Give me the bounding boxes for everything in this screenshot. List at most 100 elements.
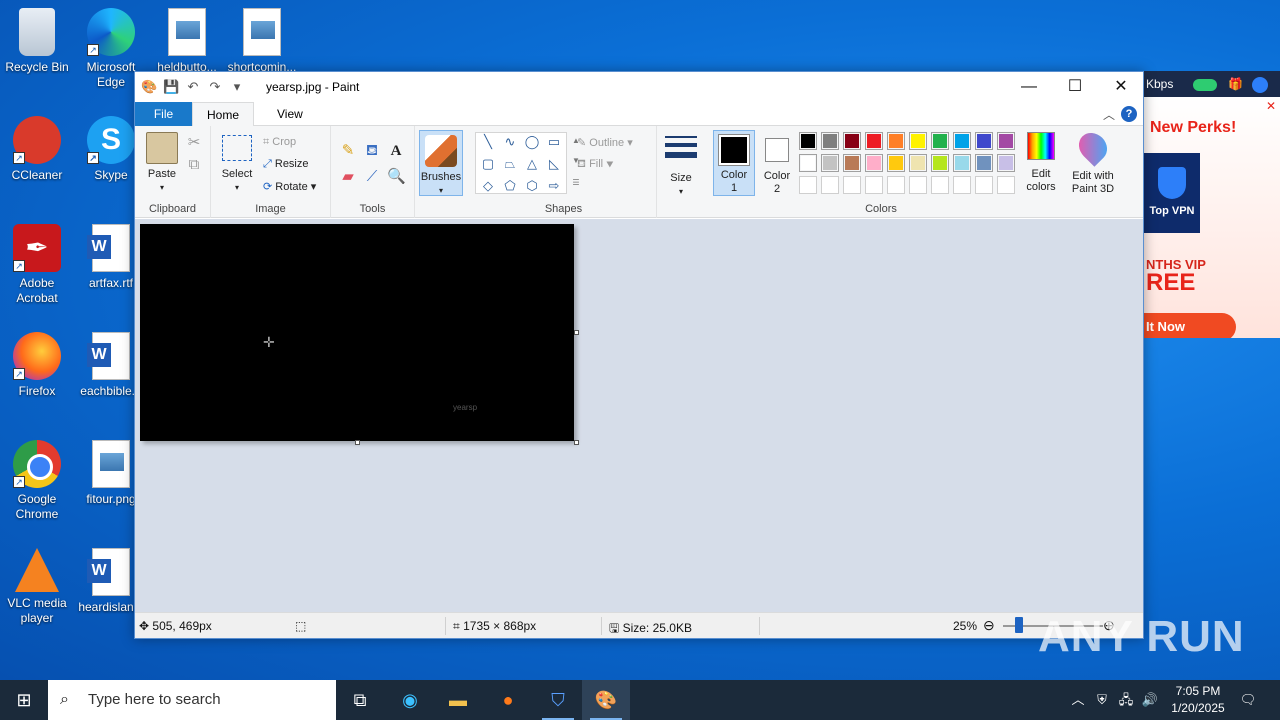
palette-swatch[interactable] xyxy=(953,154,971,172)
text-icon[interactable]: A xyxy=(387,142,405,160)
collapse-ribbon-icon[interactable]: ︿ xyxy=(1103,106,1115,123)
desktop-icon-vlc[interactable]: VLC media player xyxy=(0,548,74,626)
palette-swatch[interactable] xyxy=(953,132,971,150)
close-button[interactable]: ✕ xyxy=(1098,72,1144,102)
arrow-shape-icon[interactable]: ⇨ xyxy=(546,179,562,193)
palette-swatch[interactable] xyxy=(887,132,905,150)
custom-color-slot[interactable] xyxy=(865,176,883,194)
hexagon-shape-icon[interactable]: ⬡ xyxy=(524,179,540,193)
resize-handle-bottom[interactable] xyxy=(355,440,360,445)
toggle-switch[interactable] xyxy=(1192,78,1217,91)
notification-icon[interactable]: 🗨 xyxy=(1236,680,1260,720)
resize-handle-right[interactable] xyxy=(574,330,579,335)
firefox-taskbar-icon[interactable]: ● xyxy=(484,680,532,720)
paint-taskbar-icon[interactable]: 🎨 xyxy=(582,680,630,720)
fill-bucket-icon[interactable]: ⛾ xyxy=(363,142,381,160)
pentagon-shape-icon[interactable]: ⬠ xyxy=(502,179,518,193)
select-button[interactable]: Select ▾ xyxy=(219,132,255,194)
palette-swatch[interactable] xyxy=(821,132,839,150)
gallery-expand-icon[interactable]: ☰ xyxy=(567,174,585,192)
edge-taskbar-icon[interactable]: ◉ xyxy=(386,680,434,720)
taskbar-clock[interactable]: 7:05 PM 1/20/2025 xyxy=(1162,683,1234,717)
edit-colors-button[interactable]: Edit colors xyxy=(1021,132,1061,194)
volume-icon[interactable]: 🔊 xyxy=(1140,680,1160,720)
fill-button[interactable]: ⛾ Fill ▾ xyxy=(577,158,614,172)
resize-button[interactable]: ⤢ Resize xyxy=(263,158,309,171)
save-icon[interactable]: 💾 xyxy=(163,79,179,95)
triangle-shape-icon[interactable]: △ xyxy=(524,157,540,171)
network-icon[interactable]: 🖧 xyxy=(1116,680,1136,720)
outline-button[interactable]: ✎ Outline ▾ xyxy=(577,136,633,149)
custom-color-slot[interactable] xyxy=(953,176,971,194)
maximize-button[interactable]: ☐ xyxy=(1052,72,1098,102)
custom-color-slot[interactable] xyxy=(997,176,1015,194)
magnifier-icon[interactable]: 🔍 xyxy=(387,168,406,186)
tab-file[interactable]: File xyxy=(135,102,192,126)
customize-qat-icon[interactable]: ▾ xyxy=(229,79,245,95)
palette-swatch[interactable] xyxy=(821,154,839,172)
desktop-icon-recycle-bin[interactable]: Recycle Bin xyxy=(0,8,74,75)
desktop-icon-ccleaner[interactable]: ↗ CCleaner xyxy=(0,116,74,183)
close-icon[interactable]: ✕ xyxy=(1266,99,1276,113)
paint3d-button[interactable]: Edit with Paint 3D xyxy=(1067,127,1119,196)
palette-swatch[interactable] xyxy=(843,132,861,150)
custom-color-slot[interactable] xyxy=(821,176,839,194)
custom-color-slot[interactable] xyxy=(887,176,905,194)
redo-icon[interactable]: ↷ xyxy=(207,79,223,95)
task-view-icon[interactable]: ⧉ xyxy=(336,680,384,720)
paste-button[interactable]: Paste ▾ xyxy=(143,132,181,194)
ad-banner[interactable]: Kbps 🎁 ✕ New Perks! Top VPN NTHS VIP REE… xyxy=(1144,71,1280,338)
oval-shape-icon[interactable]: ◯ xyxy=(524,135,540,149)
polygon-shape-icon[interactable]: ⏢ xyxy=(502,157,518,171)
desktop-icon-adobe-acrobat[interactable]: ✒ ↗ Adobe Acrobat xyxy=(0,224,74,306)
desktop-icon-shortcomin[interactable]: shortcomin... xyxy=(225,8,299,75)
palette-swatch[interactable] xyxy=(975,132,993,150)
palette-swatch[interactable] xyxy=(843,154,861,172)
help-icon[interactable]: ? xyxy=(1121,106,1137,122)
pencil-icon[interactable]: ✎ xyxy=(339,142,357,160)
color1-button[interactable]: Color 1 xyxy=(713,130,755,196)
eraser-icon[interactable]: ▰ xyxy=(339,168,357,186)
custom-color-slot[interactable] xyxy=(931,176,949,194)
show-hidden-icons[interactable]: ︿ xyxy=(1068,680,1088,720)
palette-swatch[interactable] xyxy=(997,154,1015,172)
palette-swatch[interactable] xyxy=(931,132,949,150)
size-button[interactable]: Size ▾ xyxy=(661,132,701,198)
rectangle-shape-icon[interactable]: ▭ xyxy=(546,135,562,149)
custom-color-slot[interactable] xyxy=(975,176,993,194)
desktop-icon-firefox[interactable]: ↗ Firefox xyxy=(0,332,74,399)
custom-color-slot[interactable] xyxy=(799,176,817,194)
undo-icon[interactable]: ↶ xyxy=(185,79,201,95)
canvas-area[interactable]: ✛ yearsp xyxy=(135,219,1143,613)
copy-icon[interactable]: ⧉ xyxy=(185,156,203,174)
desktop-icon-google-chrome[interactable]: ↗ Google Chrome xyxy=(0,440,74,522)
tab-view[interactable]: View xyxy=(263,102,317,126)
zoom-out-icon[interactable]: ⊖ xyxy=(983,617,995,634)
palette-swatch[interactable] xyxy=(799,154,817,172)
brushes-button[interactable]: Brushes ▾ xyxy=(419,130,463,196)
curve-shape-icon[interactable]: ∿ xyxy=(502,135,518,149)
ad-cta-button[interactable]: It Now xyxy=(1144,313,1236,338)
palette-swatch[interactable] xyxy=(909,132,927,150)
color2-button[interactable]: Color 2 xyxy=(759,134,795,196)
tab-home[interactable]: Home xyxy=(192,102,255,127)
file-explorer-icon[interactable]: ▬ xyxy=(434,680,482,720)
custom-color-slot[interactable] xyxy=(909,176,927,194)
security-tray-icon[interactable]: ⛨ xyxy=(1092,680,1112,720)
windows-start-icon[interactable]: ⊞ xyxy=(0,680,48,720)
paint-app-icon[interactable]: 🎨 xyxy=(141,79,157,95)
palette-swatch[interactable] xyxy=(909,154,927,172)
palette-swatch[interactable] xyxy=(975,154,993,172)
line-shape-icon[interactable]: ╲ xyxy=(480,135,496,149)
minimize-button[interactable]: — xyxy=(1006,72,1052,102)
rounded-rect-shape-icon[interactable]: ▢ xyxy=(480,157,496,171)
arrow-icon[interactable] xyxy=(1252,76,1269,93)
taskbar-search-box[interactable]: ⌕ Type here to search xyxy=(48,680,336,720)
image-canvas[interactable]: ✛ yearsp xyxy=(140,224,574,441)
zoom-slider-thumb[interactable] xyxy=(1015,617,1023,633)
vpn-taskbar-icon[interactable]: ⛉ xyxy=(534,680,582,720)
diamond-shape-icon[interactable]: ◇ xyxy=(480,179,496,193)
shapes-gallery[interactable]: ╲ ∿ ◯ ▭ ▢ ⏢ △ ◺ ◇ ⬠ ⬡ ⇨ xyxy=(475,132,567,194)
color-picker-icon[interactable]: ⟋ xyxy=(363,168,381,186)
right-triangle-shape-icon[interactable]: ◺ xyxy=(546,157,562,171)
